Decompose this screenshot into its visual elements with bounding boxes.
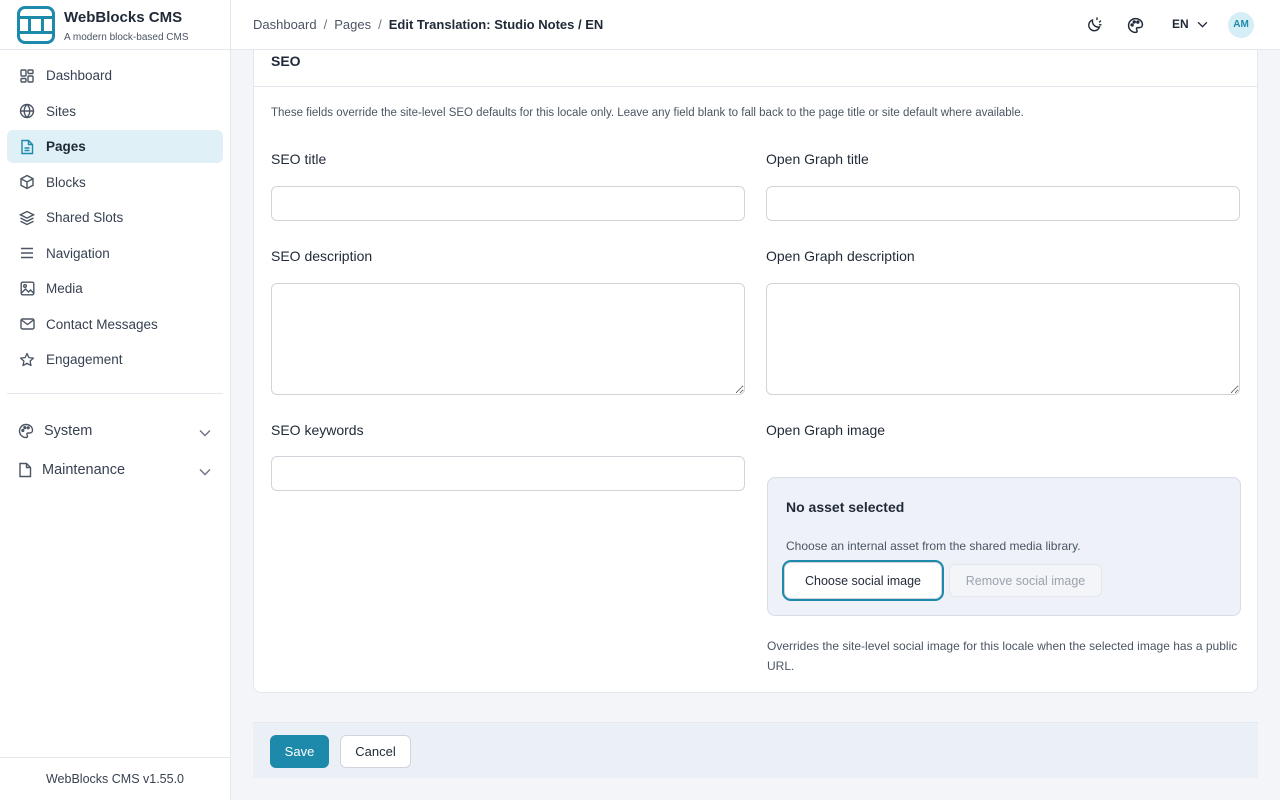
form-actions: Save Cancel xyxy=(253,722,1258,778)
cancel-button[interactable]: Cancel xyxy=(340,735,411,768)
choose-social-image-button[interactable]: Choose social image xyxy=(784,562,942,599)
og-description-label: Open Graph description xyxy=(766,248,915,264)
og-image-picker: No asset selected Choose an internal ass… xyxy=(767,477,1241,616)
sidebar-item-contact-messages[interactable]: Contact Messages xyxy=(7,308,223,341)
image-icon xyxy=(19,281,35,297)
webblocks-logo-icon xyxy=(17,6,55,44)
app-version: WebBlocks CMS v1.55.0 xyxy=(0,757,230,800)
breadcrumb-pages[interactable]: Pages xyxy=(334,17,371,32)
palette-icon[interactable] xyxy=(1125,15,1145,35)
seo-title-label: SEO title xyxy=(271,151,327,167)
og-image-help: Overrides the site-level social image fo… xyxy=(767,639,1238,673)
envelope-icon xyxy=(19,316,35,332)
sidebar-item-media[interactable]: Media xyxy=(7,272,223,305)
remove-social-image-button[interactable]: Remove social image xyxy=(949,564,1102,597)
sidebar-item-navigation[interactable]: Navigation xyxy=(7,237,223,270)
breadcrumb-dashboard[interactable]: Dashboard xyxy=(253,17,317,32)
sidebar-item-engagement[interactable]: Engagement xyxy=(7,343,223,376)
breadcrumb-separator: / xyxy=(378,17,382,32)
palette-icon xyxy=(18,423,34,439)
sidebar-item-blocks[interactable]: Blocks xyxy=(7,166,223,199)
brand-subtitle: A modern block-based CMS xyxy=(64,32,189,43)
seo-keywords-label: SEO keywords xyxy=(271,422,364,438)
seo-card-header: SEO xyxy=(254,50,1257,87)
globe-icon xyxy=(19,103,35,119)
sidebar-item-dashboard[interactable]: Dashboard xyxy=(7,59,223,92)
star-icon xyxy=(19,352,35,368)
menu-lines-icon xyxy=(19,245,35,261)
chevron-down-icon xyxy=(199,463,211,481)
sidebar-group-maintenance[interactable]: Maintenance xyxy=(7,453,223,486)
seo-description-textarea[interactable] xyxy=(271,283,745,395)
sidebar-item-label: Contact Messages xyxy=(46,316,158,332)
sidebar: WebBlocks CMS A modern block-based CMS D… xyxy=(0,0,231,800)
seo-description-label: SEO description xyxy=(271,248,373,264)
sidebar-item-label: Navigation xyxy=(46,245,110,261)
language-code: EN xyxy=(1172,17,1189,31)
seo-card-description: These fields override the site-level SEO… xyxy=(271,107,1024,119)
sidebar-item-label: Shared Slots xyxy=(46,210,124,225)
brand-title: WebBlocks CMS xyxy=(64,9,183,26)
sidebar-item-label: Engagement xyxy=(46,352,123,367)
theme-toggle-icon[interactable] xyxy=(1084,15,1104,35)
seo-keywords-input[interactable] xyxy=(271,456,745,491)
sidebar-divider xyxy=(7,393,223,394)
sidebar-item-label: Blocks xyxy=(46,174,86,190)
sidebar-group-label: System xyxy=(44,422,93,439)
og-image-status: No asset selected xyxy=(786,499,905,515)
og-image-label: Open Graph image xyxy=(766,422,886,438)
language-selector[interactable]: EN xyxy=(1172,17,1208,31)
sidebar-item-pages[interactable]: Pages xyxy=(7,130,223,163)
topbar: Dashboard / Pages / Edit Translation: Studio… xyxy=(231,0,1280,50)
og-title-label: Open Graph title xyxy=(766,151,869,167)
seo-card: SEO These fields override the site-level… xyxy=(253,50,1258,693)
chevron-down-icon xyxy=(1197,21,1208,28)
sidebar-group-system[interactable]: System xyxy=(7,414,223,447)
avatar[interactable]: AM xyxy=(1228,12,1254,38)
sidebar-item-label: Dashboard xyxy=(46,68,113,83)
sidebar-item-label: Media xyxy=(46,281,83,296)
og-image-hint: Choose an internal asset from the shared… xyxy=(786,539,1081,553)
sidebar-group-label: Maintenance xyxy=(42,461,126,478)
sidebar-item-label: Pages xyxy=(46,139,86,154)
cube-icon xyxy=(19,174,35,190)
og-description-textarea[interactable] xyxy=(766,283,1240,395)
breadcrumb-current: Edit Translation: Studio Notes / EN xyxy=(388,17,604,32)
sidebar-item-shared-slots[interactable]: Shared Slots xyxy=(7,201,223,234)
og-title-input[interactable] xyxy=(766,186,1240,221)
dashboard-grid-icon xyxy=(19,68,35,84)
seo-card-title: SEO xyxy=(271,53,301,69)
sidebar-nav: Dashboard Sites Pages Blocks Shared Slot… xyxy=(7,59,223,379)
seo-title-input[interactable] xyxy=(271,186,745,221)
document-icon xyxy=(19,139,35,155)
layers-icon xyxy=(19,210,35,226)
save-button[interactable]: Save xyxy=(270,735,329,768)
brand[interactable]: WebBlocks CMS A modern block-based CMS xyxy=(0,0,230,50)
sidebar-item-sites[interactable]: Sites xyxy=(7,95,223,128)
breadcrumb-separator: / xyxy=(323,17,328,32)
file-icon xyxy=(18,462,32,478)
sidebar-item-label: Sites xyxy=(46,103,77,119)
chevron-down-icon xyxy=(199,424,211,442)
breadcrumb: Dashboard / Pages / Edit Translation: Studio… xyxy=(253,17,603,32)
